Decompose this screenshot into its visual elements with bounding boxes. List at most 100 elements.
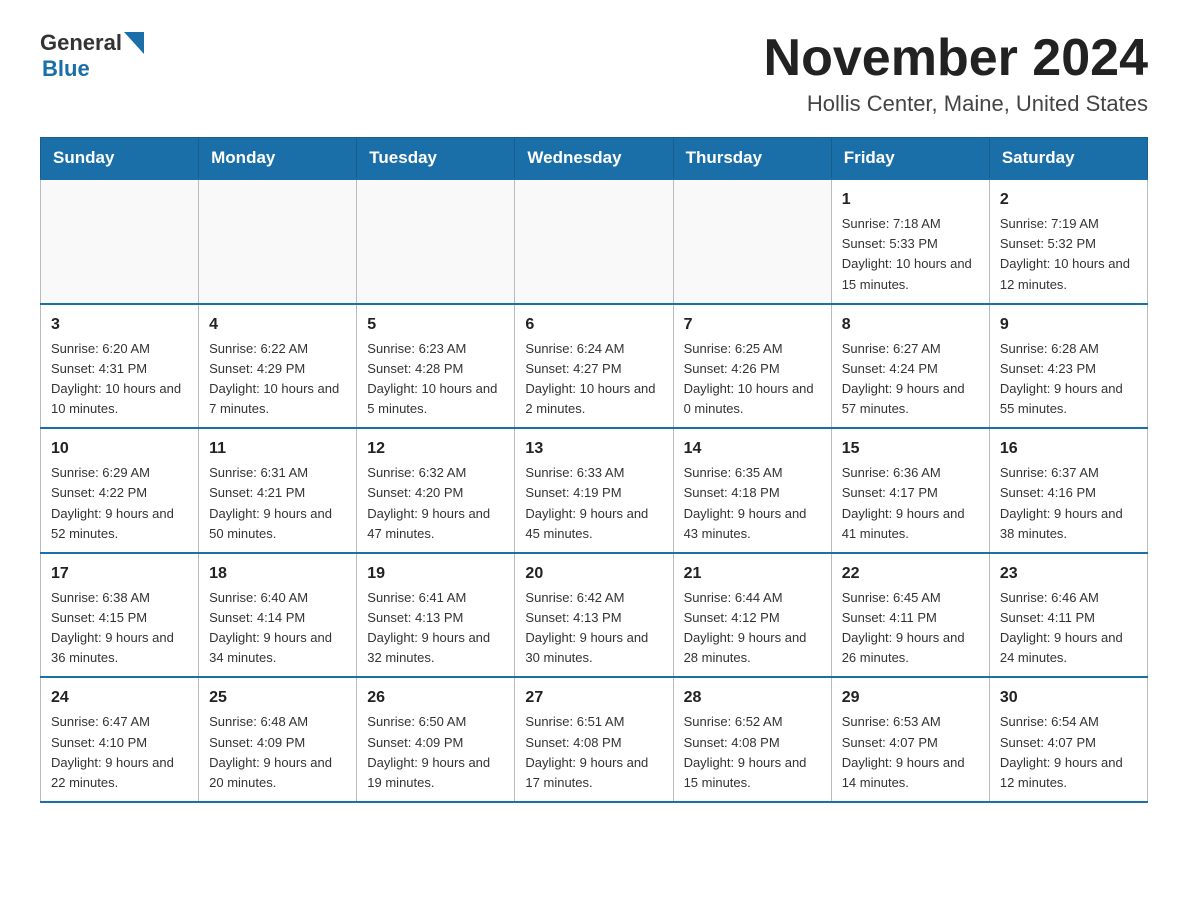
day-number: 13 [525, 437, 662, 461]
day-number: 30 [1000, 686, 1137, 710]
day-number: 8 [842, 313, 979, 337]
calendar-cell [199, 179, 357, 304]
calendar-cell: 17 Sunrise: 6:38 AM Sunset: 4:15 PM Dayli… [41, 553, 199, 678]
calendar-cell: 19 Sunrise: 6:41 AM Sunset: 4:13 PM Dayli… [357, 553, 515, 678]
day-number: 17 [51, 562, 188, 586]
calendar-cell: 29Sunrise: 6:53 AM Sunset: 4:07 PM Dayli… [831, 677, 989, 802]
day-info: Sunrise: 6:28 AM Sunset: 4:23 PM Dayligh… [1000, 341, 1123, 416]
day-number: 22 [842, 562, 979, 586]
day-info: Sunrise: 6:29 AM Sunset: 4:22 PM Dayligh… [51, 465, 174, 540]
calendar-cell: 14 Sunrise: 6:35 AM Sunset: 4:18 PM Dayli… [673, 428, 831, 553]
calendar-cell [673, 179, 831, 304]
day-number: 5 [367, 313, 504, 337]
day-number: 6 [525, 313, 662, 337]
calendar-week-4: 17 Sunrise: 6:38 AM Sunset: 4:15 PM Dayli… [41, 553, 1148, 678]
day-info: Sunrise: 7:19 AM Sunset: 5:32 PM Dayligh… [1000, 216, 1130, 291]
calendar-cell: 12Sunrise: 6:32 AM Sunset: 4:20 PM Dayli… [357, 428, 515, 553]
col-monday: Monday [199, 138, 357, 180]
day-info: Sunrise: 6:20 AM Sunset: 4:31 PM Dayligh… [51, 341, 181, 416]
col-sunday: Sunday [41, 138, 199, 180]
calendar-cell [515, 179, 673, 304]
col-tuesday: Tuesday [357, 138, 515, 180]
calendar-cell: 11Sunrise: 6:31 AM Sunset: 4:21 PM Dayli… [199, 428, 357, 553]
calendar-cell [41, 179, 199, 304]
calendar-cell: 25Sunrise: 6:48 AM Sunset: 4:09 PM Dayli… [199, 677, 357, 802]
day-number: 3 [51, 313, 188, 337]
day-number: 23 [1000, 562, 1137, 586]
day-number: 15 [842, 437, 979, 461]
day-number: 9 [1000, 313, 1137, 337]
day-number: 11 [209, 437, 346, 461]
day-number: 14 [684, 437, 821, 461]
logo-blue-text: Blue [42, 56, 90, 81]
day-info: Sunrise: 6:41 AM Sunset: 4:13 PM Dayligh… [367, 590, 490, 665]
day-number: 21 [684, 562, 821, 586]
day-number: 19 [367, 562, 504, 586]
day-info: Sunrise: 6:44 AM Sunset: 4:12 PM Dayligh… [684, 590, 807, 665]
day-number: 27 [525, 686, 662, 710]
day-info: Sunrise: 6:23 AM Sunset: 4:28 PM Dayligh… [367, 341, 497, 416]
calendar-cell: 22 Sunrise: 6:45 AM Sunset: 4:11 PM Dayli… [831, 553, 989, 678]
day-info: Sunrise: 6:38 AM Sunset: 4:15 PM Dayligh… [51, 590, 174, 665]
day-info: Sunrise: 6:40 AM Sunset: 4:14 PM Dayligh… [209, 590, 332, 665]
calendar-cell: 30 Sunrise: 6:54 AM Sunset: 4:07 PM Dayli… [989, 677, 1147, 802]
day-number: 16 [1000, 437, 1137, 461]
calendar-cell: 21 Sunrise: 6:44 AM Sunset: 4:12 PM Dayli… [673, 553, 831, 678]
calendar-cell: 20Sunrise: 6:42 AM Sunset: 4:13 PM Dayli… [515, 553, 673, 678]
day-info: Sunrise: 6:22 AM Sunset: 4:29 PM Dayligh… [209, 341, 339, 416]
calendar-cell: 7Sunrise: 6:25 AM Sunset: 4:26 PM Daylig… [673, 304, 831, 429]
day-info: Sunrise: 6:54 AM Sunset: 4:07 PM Dayligh… [1000, 714, 1123, 789]
calendar-cell: 4 Sunrise: 6:22 AM Sunset: 4:29 PM Daylig… [199, 304, 357, 429]
calendar-table: Sunday Monday Tuesday Wednesday Thursday… [40, 137, 1148, 803]
day-number: 18 [209, 562, 346, 586]
logo-general-text: General [40, 30, 122, 56]
day-info: Sunrise: 6:51 AM Sunset: 4:08 PM Dayligh… [525, 714, 648, 789]
day-number: 12 [367, 437, 504, 461]
calendar-cell: 1 Sunrise: 7:18 AM Sunset: 5:33 PM Daylig… [831, 179, 989, 304]
calendar-cell: 27 Sunrise: 6:51 AM Sunset: 4:08 PM Dayli… [515, 677, 673, 802]
calendar-week-2: 3 Sunrise: 6:20 AM Sunset: 4:31 PM Daylig… [41, 304, 1148, 429]
calendar-header-row: Sunday Monday Tuesday Wednesday Thursday… [41, 138, 1148, 180]
calendar-cell: 13 Sunrise: 6:33 AM Sunset: 4:19 PM Dayli… [515, 428, 673, 553]
location-title: Hollis Center, Maine, United States [764, 91, 1148, 117]
day-number: 28 [684, 686, 821, 710]
calendar-cell: 5 Sunrise: 6:23 AM Sunset: 4:28 PM Daylig… [357, 304, 515, 429]
calendar-week-5: 24Sunrise: 6:47 AM Sunset: 4:10 PM Dayli… [41, 677, 1148, 802]
day-number: 1 [842, 188, 979, 212]
day-info: Sunrise: 6:37 AM Sunset: 4:16 PM Dayligh… [1000, 465, 1123, 540]
day-number: 24 [51, 686, 188, 710]
calendar-cell [357, 179, 515, 304]
calendar-cell: 10 Sunrise: 6:29 AM Sunset: 4:22 PM Dayli… [41, 428, 199, 553]
logo-triangle-icon [124, 32, 144, 54]
day-number: 4 [209, 313, 346, 337]
day-number: 29 [842, 686, 979, 710]
day-info: Sunrise: 6:35 AM Sunset: 4:18 PM Dayligh… [684, 465, 807, 540]
day-number: 25 [209, 686, 346, 710]
day-info: Sunrise: 6:46 AM Sunset: 4:11 PM Dayligh… [1000, 590, 1123, 665]
calendar-cell: 26Sunrise: 6:50 AM Sunset: 4:09 PM Dayli… [357, 677, 515, 802]
day-info: Sunrise: 6:36 AM Sunset: 4:17 PM Dayligh… [842, 465, 965, 540]
calendar-week-1: 1 Sunrise: 7:18 AM Sunset: 5:33 PM Daylig… [41, 179, 1148, 304]
col-saturday: Saturday [989, 138, 1147, 180]
calendar-cell: 24Sunrise: 6:47 AM Sunset: 4:10 PM Dayli… [41, 677, 199, 802]
col-friday: Friday [831, 138, 989, 180]
calendar-cell: 28 Sunrise: 6:52 AM Sunset: 4:08 PM Dayli… [673, 677, 831, 802]
month-title: November 2024 [764, 30, 1148, 87]
day-info: Sunrise: 6:45 AM Sunset: 4:11 PM Dayligh… [842, 590, 965, 665]
day-number: 7 [684, 313, 821, 337]
day-info: Sunrise: 6:52 AM Sunset: 4:08 PM Dayligh… [684, 714, 807, 789]
day-number: 10 [51, 437, 188, 461]
day-info: Sunrise: 6:50 AM Sunset: 4:09 PM Dayligh… [367, 714, 490, 789]
day-info: Sunrise: 7:18 AM Sunset: 5:33 PM Dayligh… [842, 216, 972, 291]
logo: General Blue [40, 30, 144, 82]
calendar-week-3: 10 Sunrise: 6:29 AM Sunset: 4:22 PM Dayli… [41, 428, 1148, 553]
title-area: November 2024 Hollis Center, Maine, Unit… [764, 30, 1148, 117]
page-header: General Blue November 2024 Hollis Center… [40, 30, 1148, 117]
day-info: Sunrise: 6:33 AM Sunset: 4:19 PM Dayligh… [525, 465, 648, 540]
calendar-cell: 16 Sunrise: 6:37 AM Sunset: 4:16 PM Dayli… [989, 428, 1147, 553]
calendar-cell: 8 Sunrise: 6:27 AM Sunset: 4:24 PM Daylig… [831, 304, 989, 429]
calendar-cell: 3 Sunrise: 6:20 AM Sunset: 4:31 PM Daylig… [41, 304, 199, 429]
calendar-cell: 6Sunrise: 6:24 AM Sunset: 4:27 PM Daylig… [515, 304, 673, 429]
calendar-cell: 18 Sunrise: 6:40 AM Sunset: 4:14 PM Dayli… [199, 553, 357, 678]
day-info: Sunrise: 6:27 AM Sunset: 4:24 PM Dayligh… [842, 341, 965, 416]
